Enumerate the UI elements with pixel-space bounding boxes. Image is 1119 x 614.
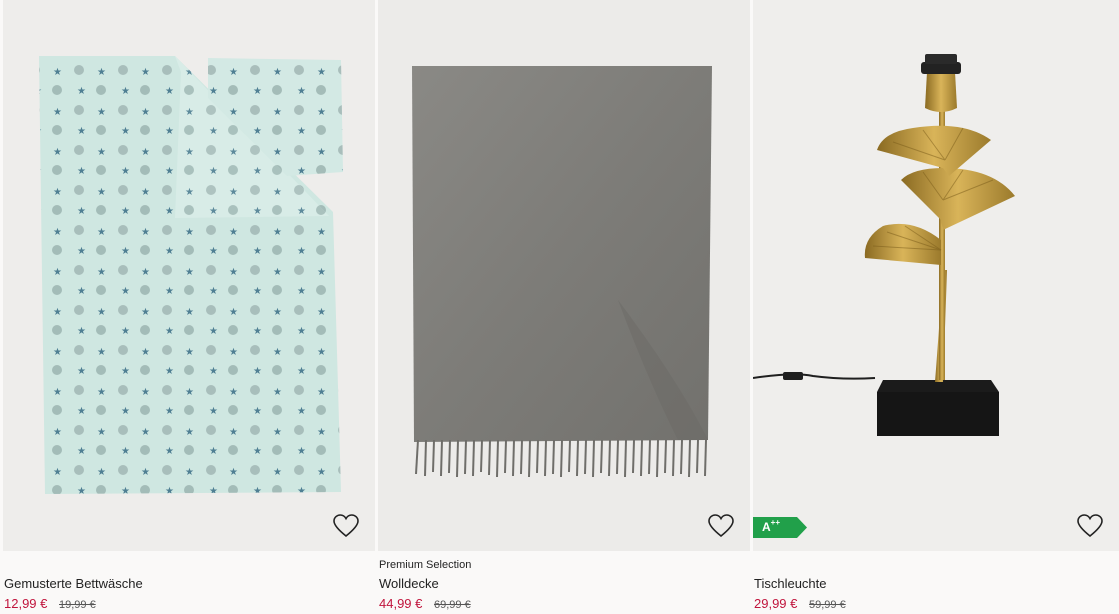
energy-label-badge: A++: [753, 517, 807, 538]
heart-outline-icon[interactable]: [333, 514, 359, 538]
product-subtitle: [4, 558, 376, 572]
heart-outline-icon[interactable]: [1077, 514, 1103, 538]
sale-price: 29,99 €: [754, 596, 798, 611]
product-card-blanket[interactable]: Premium Selection Wolldecke 44,99 € 69,9…: [378, 0, 750, 614]
product-grid: ★ ★ Gemusterte Bettwäsch: [0, 0, 1119, 614]
product-prices: 12,99 € 19,99 €: [4, 596, 96, 611]
product-prices: 29,99 € 59,99 €: [754, 596, 846, 611]
energy-class-sup: ++: [770, 518, 781, 527]
blanket-illustration: [412, 66, 712, 478]
sale-price: 44,99 €: [379, 596, 423, 611]
bedding-illustration: ★ ★: [39, 56, 343, 494]
energy-label-text: A++: [762, 518, 781, 534]
product-prices: 44,99 € 69,99 €: [379, 596, 471, 611]
product-info: Premium Selection Wolldecke 44,99 € 69,9…: [379, 558, 751, 611]
product-subtitle: [754, 558, 1119, 572]
product-image-lamp[interactable]: [753, 0, 1119, 551]
energy-class: A: [762, 520, 771, 534]
product-name[interactable]: Tischleuchte: [754, 576, 827, 591]
product-subtitle: Premium Selection: [379, 559, 472, 571]
product-info: Tischleuchte 29,99 € 59,99 €: [754, 558, 1119, 611]
product-image-blanket[interactable]: [378, 0, 750, 551]
product-card-lamp[interactable]: A++ Tischleuchte 29,99 € 59,99 €: [753, 0, 1119, 614]
product-name[interactable]: Gemusterte Bettwäsche: [4, 576, 143, 591]
sale-price: 12,99 €: [4, 596, 48, 611]
product-image-bedding[interactable]: ★ ★: [3, 0, 375, 551]
product-info: Gemusterte Bettwäsche 12,99 € 19,99 €: [4, 558, 376, 611]
original-price: 59,99 €: [809, 599, 846, 611]
product-card-bedding[interactable]: ★ ★ Gemusterte Bettwäsch: [3, 0, 375, 614]
original-price: 69,99 €: [434, 599, 471, 611]
lamp-illustration: [753, 54, 1015, 436]
product-name[interactable]: Wolldecke: [379, 576, 439, 591]
original-price: 19,99 €: [59, 599, 96, 611]
heart-outline-icon[interactable]: [708, 514, 734, 538]
